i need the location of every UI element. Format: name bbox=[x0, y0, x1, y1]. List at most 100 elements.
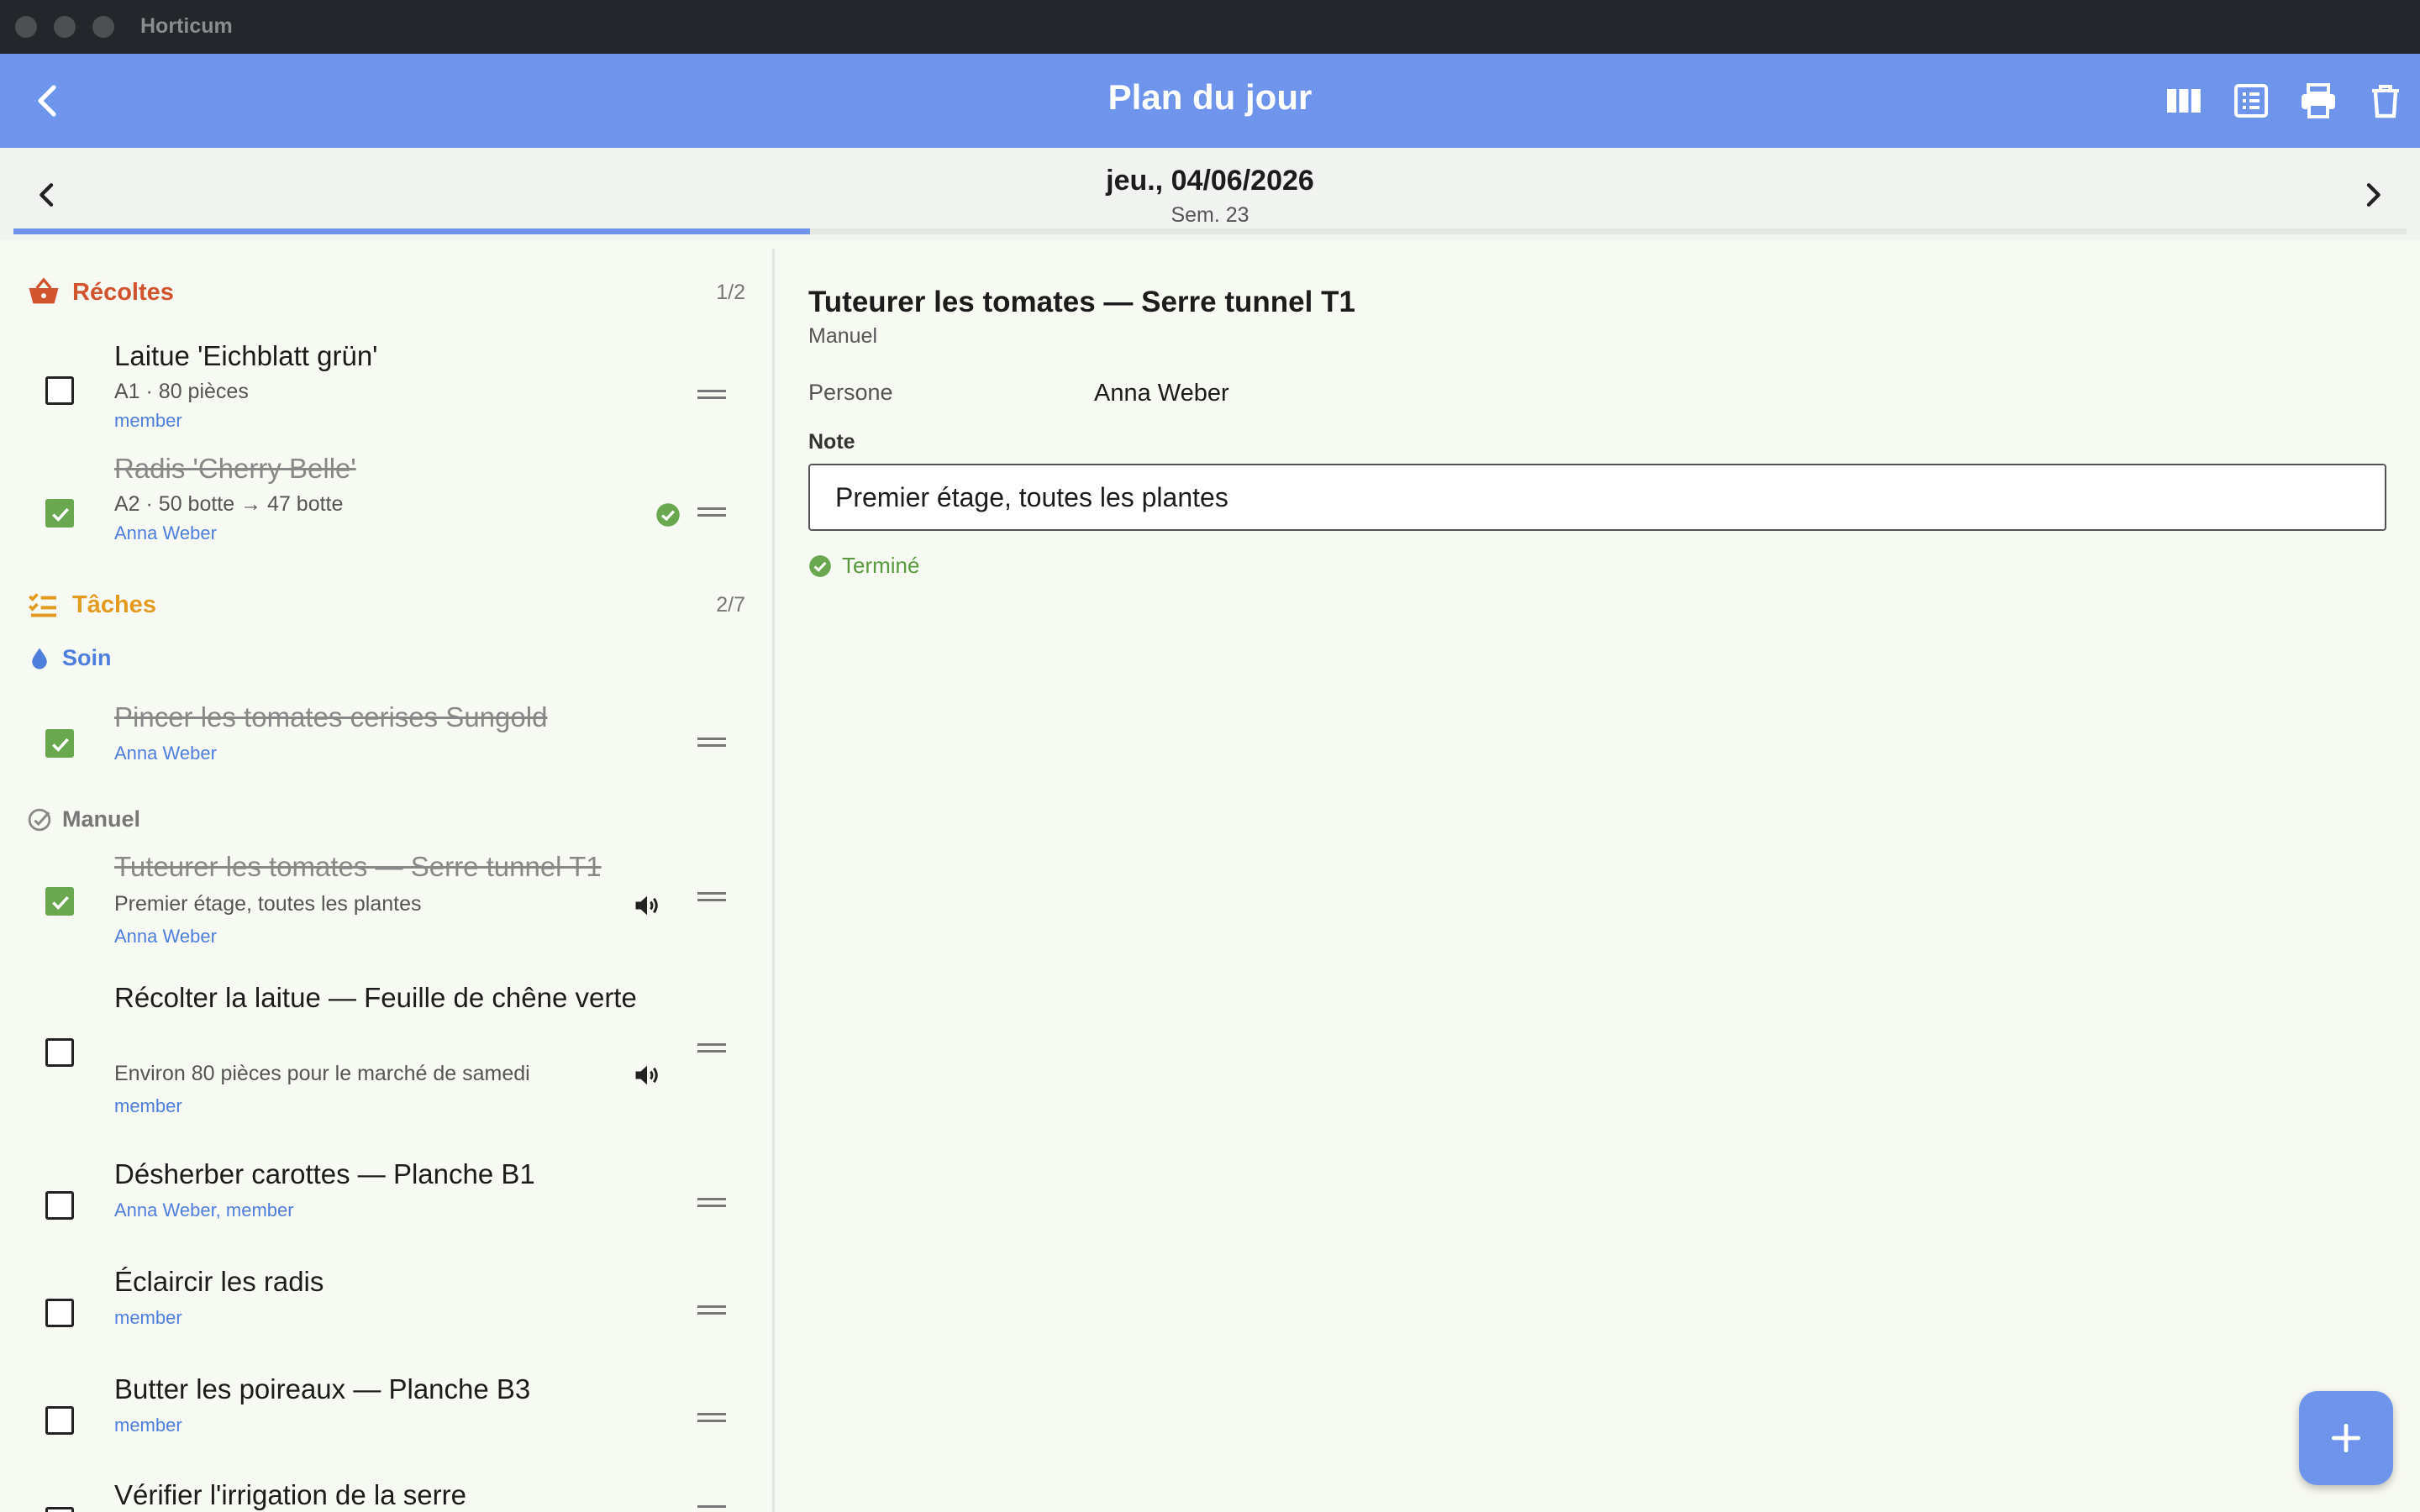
item-checkbox[interactable] bbox=[45, 1038, 74, 1067]
task-detail-pane: Tuteurer les tomates — Serre tunnel T1 M… bbox=[775, 249, 2420, 1512]
harvest-section-title: Récoltes bbox=[72, 278, 174, 306]
item-title: Radis 'Cherry Belle' bbox=[114, 453, 356, 484]
speaker-icon[interactable] bbox=[632, 890, 662, 921]
basket-icon bbox=[29, 277, 59, 304]
item-title: Désherber carottes — Planche B1 bbox=[114, 1158, 535, 1189]
detail-title: Tuteurer les tomates — Serre tunnel T1 bbox=[808, 286, 1355, 318]
column-view-button[interactable] bbox=[2164, 81, 2204, 121]
note-label: Note bbox=[808, 430, 855, 454]
item-assignee: Anna Weber bbox=[114, 522, 217, 543]
columns-icon bbox=[2167, 89, 2201, 113]
item-checkbox[interactable] bbox=[45, 1299, 74, 1327]
drag-handle-icon[interactable] bbox=[697, 507, 726, 519]
list-item[interactable]: Vérifier l'irrigation de la serre bbox=[0, 1477, 772, 1512]
drop-icon bbox=[32, 648, 47, 669]
print-icon bbox=[2302, 83, 2335, 118]
window-title: Horticum bbox=[140, 14, 233, 38]
task-group-title: Manuel bbox=[62, 806, 141, 832]
window-titlebar: Horticum bbox=[0, 0, 2420, 54]
check-icon bbox=[52, 738, 69, 753]
item-assignee: Anna Weber, member bbox=[114, 1200, 294, 1221]
drag-handle-icon[interactable] bbox=[697, 1043, 726, 1055]
plus-icon bbox=[2331, 1423, 2361, 1453]
drag-handle-icon[interactable] bbox=[697, 892, 726, 904]
task-group-header: Soin bbox=[27, 645, 112, 671]
check-circle-icon bbox=[656, 503, 680, 527]
minimize-window-button[interactable] bbox=[54, 16, 76, 38]
status-text: Terminé bbox=[842, 553, 920, 578]
drag-handle-icon[interactable] bbox=[697, 1198, 726, 1210]
checklist-icon bbox=[29, 593, 56, 617]
list-item[interactable]: Tuteurer les tomates — Serre tunnel T1 P… bbox=[0, 847, 772, 973]
list-item[interactable]: Pincer les tomates cerises Sungold Anna … bbox=[0, 694, 772, 795]
detail-person-value: Anna Weber bbox=[1094, 380, 1229, 407]
item-assignee: member bbox=[114, 1095, 182, 1116]
item-assignee: member bbox=[114, 1415, 182, 1436]
item-checkbox[interactable] bbox=[45, 729, 74, 758]
tasks-section-header: Tâches bbox=[27, 588, 156, 622]
check-icon bbox=[52, 507, 69, 522]
item-checkbox[interactable] bbox=[45, 1406, 74, 1435]
add-task-button[interactable] bbox=[2299, 1391, 2393, 1485]
item-title: Pincer les tomates cerises Sungold bbox=[114, 701, 548, 732]
list-item[interactable]: Désherber carottes — Planche B1 Anna Web… bbox=[0, 1154, 772, 1255]
note-field[interactable]: Premier étage, toutes les plantes bbox=[808, 464, 2386, 531]
task-group-title: Soin bbox=[62, 645, 112, 670]
drag-handle-icon[interactable] bbox=[697, 1505, 726, 1512]
task-group-header: Manuel bbox=[27, 806, 140, 832]
item-subtitle: A1 · 80 pièces bbox=[114, 380, 249, 403]
tasks-section-title: Tâches bbox=[72, 591, 156, 618]
delete-button[interactable] bbox=[2365, 81, 2406, 121]
item-title: Vérifier l'irrigation de la serre bbox=[114, 1479, 466, 1510]
drag-handle-icon[interactable] bbox=[697, 390, 726, 402]
item-subtitle: Premier étage, toutes les plantes bbox=[114, 892, 422, 916]
zoom-window-button[interactable] bbox=[92, 16, 114, 38]
item-title: Tuteurer les tomates — Serre tunnel T1 bbox=[114, 851, 602, 882]
item-assignee: Anna Weber bbox=[114, 743, 217, 764]
app-bar: Plan du jour bbox=[0, 54, 2420, 148]
drag-handle-icon[interactable] bbox=[697, 1305, 726, 1317]
item-title: Laitue 'Eichblatt grün' bbox=[114, 340, 378, 371]
drag-handle-icon[interactable] bbox=[697, 1413, 726, 1425]
drag-handle-icon[interactable] bbox=[697, 738, 726, 749]
list-item[interactable]: Radis 'Cherry Belle' A2 · 50 botte → 47 … bbox=[0, 447, 772, 564]
item-subtitle: A2 · 50 botte → 47 botte bbox=[114, 492, 344, 516]
task-list-pane: Récoltes 1/2 Laitue 'Eichblatt grün' A1 … bbox=[0, 249, 772, 1512]
print-button[interactable] bbox=[2298, 81, 2338, 121]
item-title: Éclaircir les radis bbox=[114, 1266, 324, 1297]
harvest-section-header: Récoltes bbox=[27, 276, 174, 309]
list-item[interactable]: Butter les poireaux — Planche B3 member bbox=[0, 1369, 772, 1470]
check-icon bbox=[52, 895, 69, 911]
item-checkbox[interactable] bbox=[45, 1507, 74, 1512]
detail-type: Manuel bbox=[808, 324, 877, 348]
item-checkbox[interactable] bbox=[45, 1191, 74, 1220]
current-date[interactable]: jeu., 04/06/2026 bbox=[0, 165, 2420, 197]
chevron-right-icon bbox=[2366, 183, 2381, 207]
date-navigator: jeu., 04/06/2026 Sem. 23 bbox=[0, 148, 2420, 240]
trash-icon bbox=[2372, 85, 2399, 118]
close-window-button[interactable] bbox=[15, 16, 37, 38]
item-assignee: member bbox=[114, 410, 182, 431]
item-checkbox[interactable] bbox=[45, 887, 74, 916]
tasks-count: 2/7 bbox=[716, 593, 745, 617]
item-assignee: member bbox=[114, 1307, 182, 1328]
check-circle-icon bbox=[809, 554, 831, 577]
list-item[interactable]: Laitue 'Eichblatt grün' A1 · 80 pièces m… bbox=[0, 326, 772, 444]
page-title: Plan du jour bbox=[1107, 77, 1313, 117]
list-item[interactable]: Éclaircir les radis member bbox=[0, 1262, 772, 1362]
item-title: Récolter la laitue — Feuille de chêne ve… bbox=[114, 982, 637, 1013]
item-checkbox[interactable] bbox=[45, 376, 74, 405]
speaker-icon[interactable] bbox=[632, 1060, 662, 1090]
harvest-count: 1/2 bbox=[716, 281, 745, 304]
item-subtitle: Environ 80 pièces pour le marché de same… bbox=[114, 1062, 530, 1085]
list-view-button[interactable] bbox=[2231, 81, 2271, 121]
note-value: Premier étage, toutes les plantes bbox=[835, 482, 1228, 512]
week-number: Sem. 23 bbox=[1171, 203, 1249, 227]
next-day-button[interactable] bbox=[2356, 178, 2390, 212]
item-checkbox[interactable] bbox=[45, 499, 74, 528]
day-progress-fill bbox=[13, 228, 811, 234]
list-item[interactable]: Récolter la laitue — Feuille de chêne ve… bbox=[0, 978, 772, 1146]
list-icon bbox=[2234, 84, 2268, 118]
check-circle-icon bbox=[28, 808, 51, 831]
detail-person-label: Persone bbox=[808, 380, 893, 405]
